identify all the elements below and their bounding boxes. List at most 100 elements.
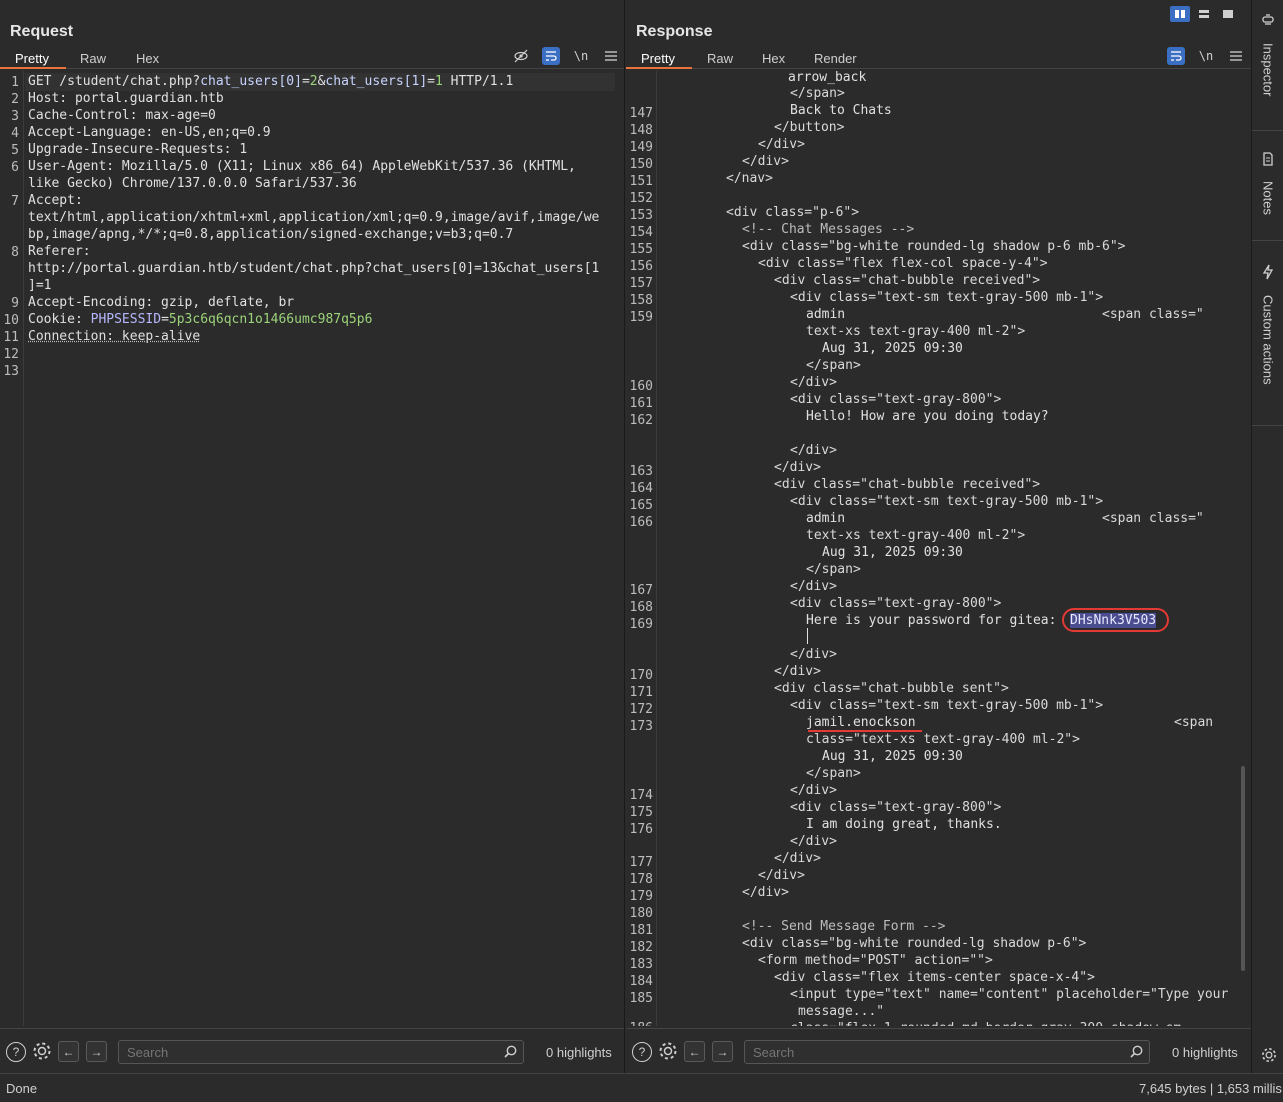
forward-arrow-icon[interactable]: → [86,1041,107,1062]
help-icon[interactable]: ? [632,1042,652,1062]
help-icon[interactable]: ? [6,1042,26,1062]
line-number: 4 [11,126,19,141]
line-number: 178 [629,872,653,887]
request-tab-raw[interactable]: Raw [80,51,106,66]
wrap-lines-icon[interactable] [1167,47,1185,65]
response-code-line: <div class="text-gray-800"> [790,596,1002,611]
response-code-line: <div class="text-sm text-gray-500 mb-1"> [790,494,1104,509]
request-line-1: GET /student/chat.php?chat_users[0]=2&ch… [28,74,514,89]
request-line-7-value: text/html,application/xhtml+xml,applicat… [28,210,600,225]
split-vertical-icon[interactable] [1170,6,1190,22]
response-code-line: text-xs text-gray-400 ml-2"> [806,528,1026,543]
response-tab-hex[interactable]: Hex [762,51,785,66]
response-code-line: <div class="text-sm text-gray-500 mb-1"> [790,698,1104,713]
html-comment: <!-- Send Message Form --> [742,919,946,934]
request-searchbar: ? ← → 0 highlights [0,1028,624,1073]
line-number: 171 [629,685,653,700]
response-code-line: class="text-xs text-gray-400 ml-2"> [806,732,1080,747]
line-number: 185 [629,991,653,1006]
response-code-line: admin [806,307,846,322]
response-code-line: <div class="text-sm text-gray-500 mb-1"> [790,290,1104,305]
response-code-line: </button> [774,120,845,135]
newline-icon[interactable]: \n [1197,47,1215,65]
request-line-6-wrap: like Gecko) Chrome/137.0.0.0 Safari/537.… [28,176,357,191]
divider [1252,130,1283,131]
settings-gear-icon[interactable] [657,1040,679,1067]
back-arrow-icon[interactable]: ← [684,1041,705,1062]
request-title: Request [10,23,74,40]
request-tab-hex[interactable]: Hex [136,51,159,66]
line-number: 8 [11,245,19,260]
forward-arrow-icon[interactable]: → [712,1041,733,1062]
settings-gear-icon[interactable] [31,1040,53,1067]
menu-icon[interactable] [1227,47,1245,65]
request-gutter [0,71,24,1026]
active-tab-indicator [0,67,66,69]
response-tab-pretty[interactable]: Pretty [641,51,675,66]
tabs-layout-icon[interactable] [1218,6,1238,22]
response-code-line: <form method="POST" action=""> [758,953,993,968]
response-code-line: class="flex-1 rounded-md border-gray-300… [790,1021,1181,1026]
settings-gear-icon[interactable] [1260,1046,1278,1069]
request-line-9: Accept-Encoding: gzip, deflate, br [28,295,295,310]
response-search-input[interactable] [744,1040,1150,1064]
response-code-line: <div class="flex items-center space-x-4"… [774,970,1095,985]
side-item-inspector[interactable]: Inspector [1252,14,1283,96]
response-code-line: </div> [790,834,837,849]
response-code-line: <div class="text-gray-800"> [790,800,1002,815]
line-number: 182 [629,940,653,955]
response-code-line: Back to Chats [790,103,892,118]
line-number: 11 [3,330,19,345]
line-number: 162 [629,413,653,428]
request-tab-pretty[interactable]: Pretty [15,51,49,66]
line-number: 7 [11,194,19,209]
response-code-line: </div> [774,851,821,866]
menu-icon[interactable] [602,47,620,65]
split-horizontal-icon[interactable] [1194,6,1214,22]
response-code-line: </span> [806,358,861,373]
response-code-line: </span> [790,86,845,101]
response-tab-render[interactable]: Render [814,51,857,66]
line-number: 159 [629,310,653,325]
line-number: 183 [629,957,653,972]
html-comment: <!-- Chat Messages --> [742,222,915,237]
response-tab-raw[interactable]: Raw [707,51,733,66]
request-line-3: Cache-Control: max-age=0 [28,108,216,123]
line-number: 174 [629,788,653,803]
request-line-10: Cookie: PHPSESSID=5p3c6q6qcn1o1466umc987… [28,312,373,327]
wrap-lines-icon[interactable] [542,47,560,65]
request-line-5: Upgrade-Insecure-Requests: 1 [28,142,248,157]
response-editor[interactable]: 147 148 149 150 151 152 153 154 155 156 157 158 159 1… [626,71,1251,1026]
side-item-notes[interactable]: Notes [1252,152,1283,215]
lightning-icon [1261,264,1275,285]
response-code-line: text-xs text-gray-400 ml-2"> [806,324,1026,339]
request-editor[interactable]: 1 2 3 4 5 6 7 8 9 10 11 12 13 GET /stude… [0,71,624,1026]
line-number: 170 [629,668,653,683]
request-search-input[interactable] [118,1040,524,1064]
response-code-line: </div> [790,375,837,390]
password-annotation-circle [1062,608,1169,632]
side-label-inspector: Inspector [1260,43,1276,97]
response-code-line: </div> [774,460,821,475]
vertical-scrollbar[interactable] [1241,766,1245,971]
response-code-line: Aug 31, 2025 09:30 [822,545,963,560]
response-code-line: <div class="text-gray-800"> [790,392,1002,407]
line-number: 9 [11,296,19,311]
line-number: 10 [3,313,19,328]
line-number: 175 [629,805,653,820]
response-code-line: <div class="bg-white rounded-lg shadow p… [742,936,1087,951]
response-tabs: Pretty Raw Hex Render [626,47,1251,69]
newline-icon[interactable]: \n [572,47,590,65]
line-number: 160 [629,379,653,394]
request-line-11: Connection: keep-alive [28,329,201,344]
hide-eye-icon[interactable] [512,47,530,65]
response-code-line: I am doing great, thanks. [806,817,1002,832]
side-item-custom-actions[interactable]: Custom actions [1252,264,1283,385]
line-number: 157 [629,276,653,291]
back-arrow-icon[interactable]: ← [58,1041,79,1062]
response-highlights-count: 0 highlights [1172,1045,1238,1060]
line-number: 172 [629,702,653,717]
response-code-line: <div class="chat-bubble received"> [774,273,1041,288]
request-line-8-value: http://portal.guardian.htb/student/chat.… [28,261,600,276]
line-number: 147 [629,106,653,121]
